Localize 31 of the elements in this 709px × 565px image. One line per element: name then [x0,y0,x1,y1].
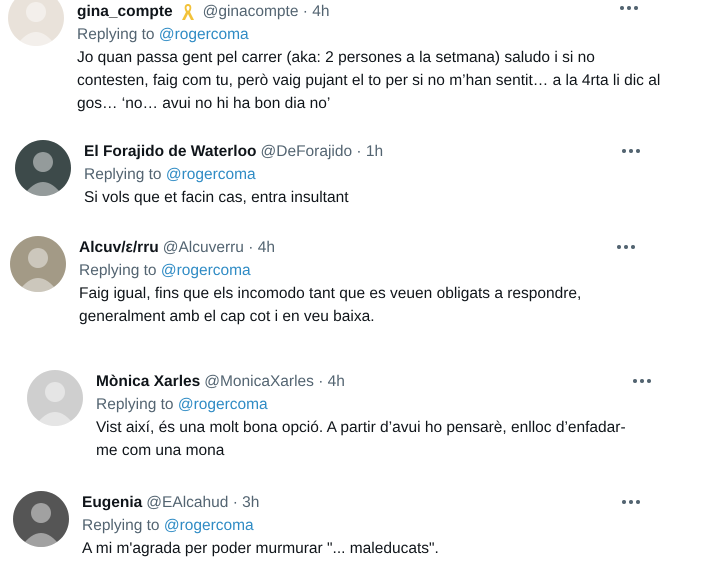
handle-and-time: @MonicaXarles · 4h [204,372,345,392]
author-name[interactable]: gina_compte [77,0,173,23]
more-icon[interactable] [622,500,640,504]
handle-and-time: @ginacompte · 4h [202,2,330,22]
mention-link[interactable]: @rogercoma [164,517,254,534]
more-icon[interactable] [620,6,638,10]
mention-link[interactable]: @rogercoma [160,262,251,279]
mention-link[interactable]: @rogercoma [178,396,268,413]
handle-and-time: @DeForajido · 1h [260,142,384,162]
replying-label: Replying to [77,26,155,43]
avatar [8,0,64,46]
handle-and-time: @EAlcahud · 3h [146,493,260,513]
replying-label: Replying to [96,396,174,413]
more-icon[interactable] [622,149,640,153]
author-name[interactable]: Eugenia [82,491,142,514]
replying-label: Replying to [79,262,157,279]
more-icon[interactable] [633,379,651,383]
mention-link[interactable]: @rogercoma [166,166,256,183]
handle-and-time: @Alcuverru · 4h [162,238,275,258]
tweet-text: Si vols que et facin cas, entra insultant [84,188,350,208]
author-name[interactable]: Mònica Xarles [96,370,200,393]
tweet-text: Vist així, és una molt bona opció. A partir d’avui ho pensarè, enlloc d’enfadar-me com una mona [96,418,627,461]
mention-link[interactable]: @rogercoma [158,26,249,43]
replying-label: Replying to [84,166,162,183]
author-name[interactable]: Alcuv/ε/rru [79,236,159,259]
more-icon[interactable] [617,245,635,249]
replying-label: Replying to [82,517,160,534]
tweet-text: Faig igual, fins que els incomodo tant que es veuen obligats a respondre, generalment amb el cap cot i en veu baixa. [79,284,582,327]
tweet-text: Jo quan passa gent pel carrer (aka: 2 persones a la setmana) saludo i si no contesten, faig com tu, però vaig pujant el to per si no m’han sentit… a la 4rta li dic al gos… ‘no… avui no hi ha bon dia no’ [77,48,662,114]
tweet-text: A mi m'agrada per poder murmurar "... maleducats". [82,539,440,559]
author-name[interactable]: El Forajido de Waterloo [84,140,257,163]
